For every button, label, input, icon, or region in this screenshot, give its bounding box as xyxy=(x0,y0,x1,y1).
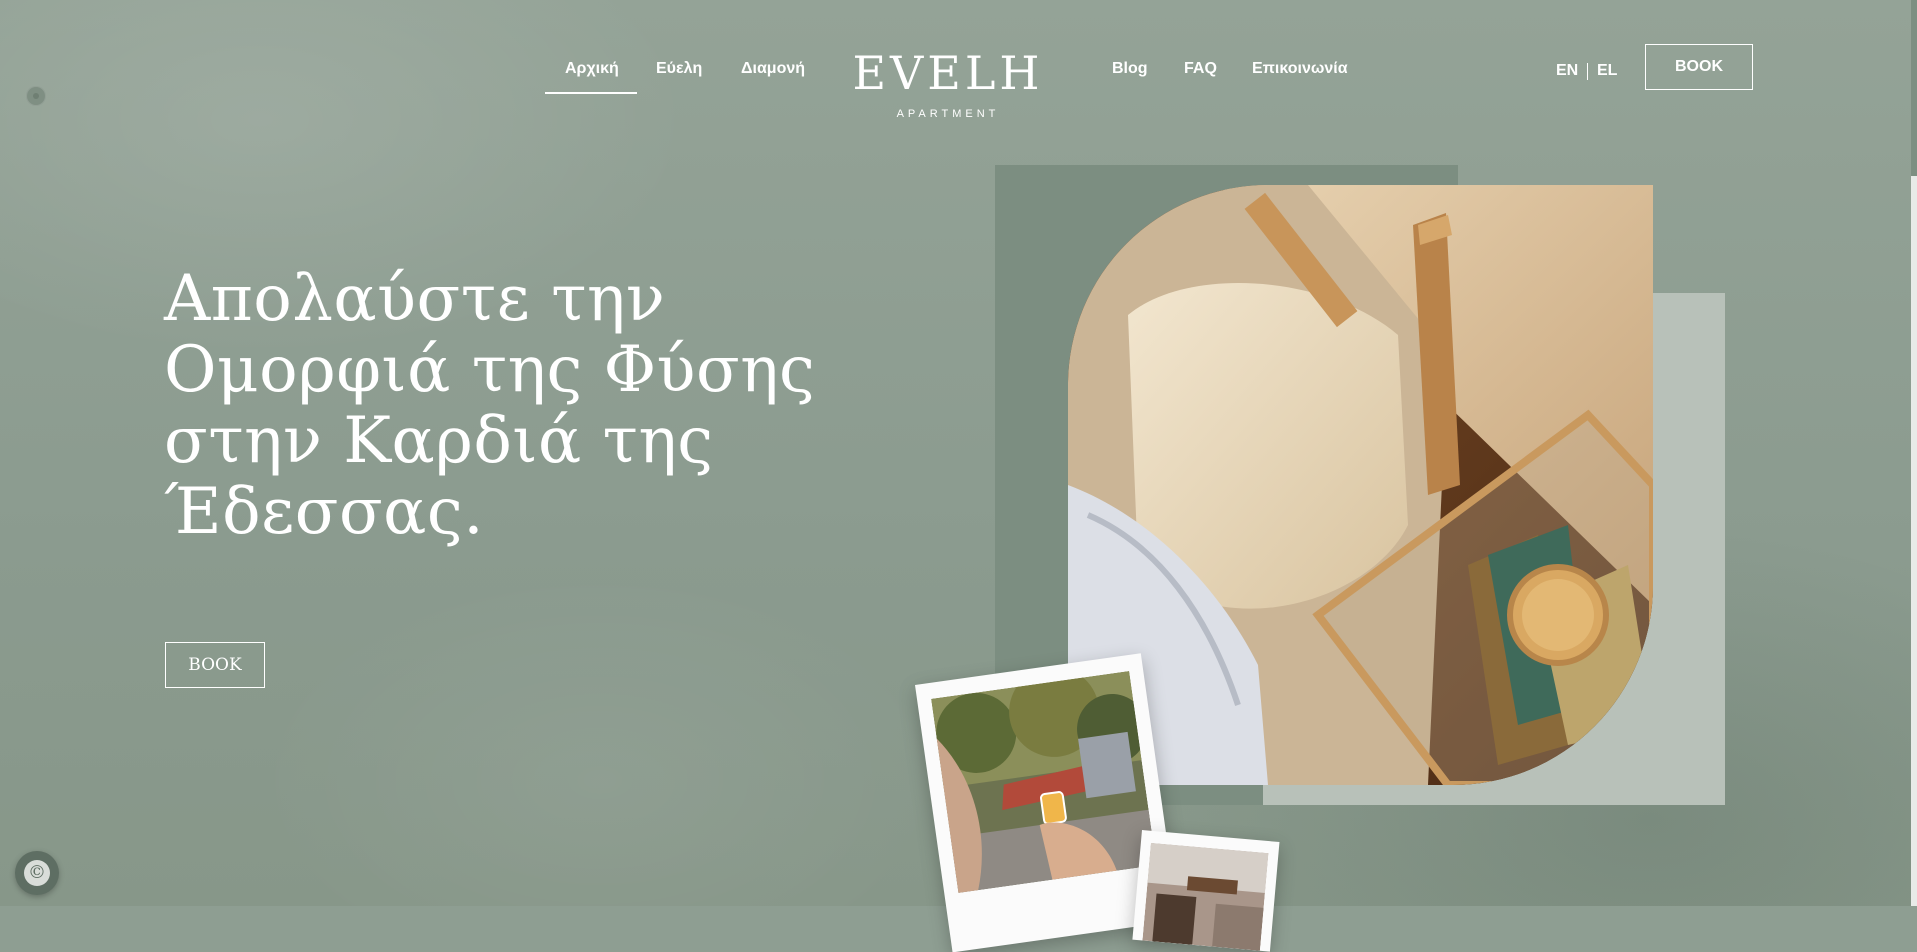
scrollbar[interactable] xyxy=(1911,0,1917,906)
hero-title-line: Έδεσσας. xyxy=(164,475,485,549)
scrollbar-thumb[interactable] xyxy=(1911,0,1917,176)
hero-title-line: Ομορφιά της Φύσης xyxy=(164,333,816,407)
polaroid-photo-room xyxy=(1132,830,1280,952)
logo-subtitle: APARTMENT xyxy=(896,108,1000,120)
lang-en[interactable]: EN xyxy=(1556,62,1578,80)
nav-link-blog[interactable]: Blog xyxy=(1112,60,1148,78)
lang-separator xyxy=(1587,63,1588,80)
slider-dot-icon[interactable] xyxy=(26,86,46,106)
lang-el[interactable]: EL xyxy=(1597,62,1617,80)
hero-title-line: Απολαύστε την xyxy=(164,262,666,336)
cookie-consent-icon[interactable]: © xyxy=(15,851,59,895)
active-nav-underline xyxy=(545,92,637,94)
hero-title: Απολαύστε την Ομορφιά της Φύσης στην Καρ… xyxy=(164,264,884,548)
room-photo xyxy=(1142,842,1269,951)
nav-link-contact[interactable]: Επικοινωνία xyxy=(1252,60,1348,78)
nav-link-home[interactable]: Αρχική xyxy=(565,60,619,78)
nav-link-faq[interactable]: FAQ xyxy=(1184,60,1217,78)
header-book-button[interactable]: BOOK xyxy=(1645,44,1753,90)
site-logo[interactable]: EVELH APARTMENT xyxy=(846,46,1050,124)
cookie-badge-glyph: © xyxy=(24,860,50,886)
logo-wordmark: EVELH xyxy=(852,46,1044,100)
nav-link-stay[interactable]: Διαμονή xyxy=(741,60,805,78)
terrace-photo xyxy=(931,671,1157,893)
nav-link-evelh[interactable]: Εύελη xyxy=(656,60,702,78)
hero-title-line: στην Καρδιά της xyxy=(164,404,714,478)
bedroom-photo xyxy=(1068,185,1653,785)
hero-book-button[interactable]: BOOK xyxy=(165,642,265,688)
